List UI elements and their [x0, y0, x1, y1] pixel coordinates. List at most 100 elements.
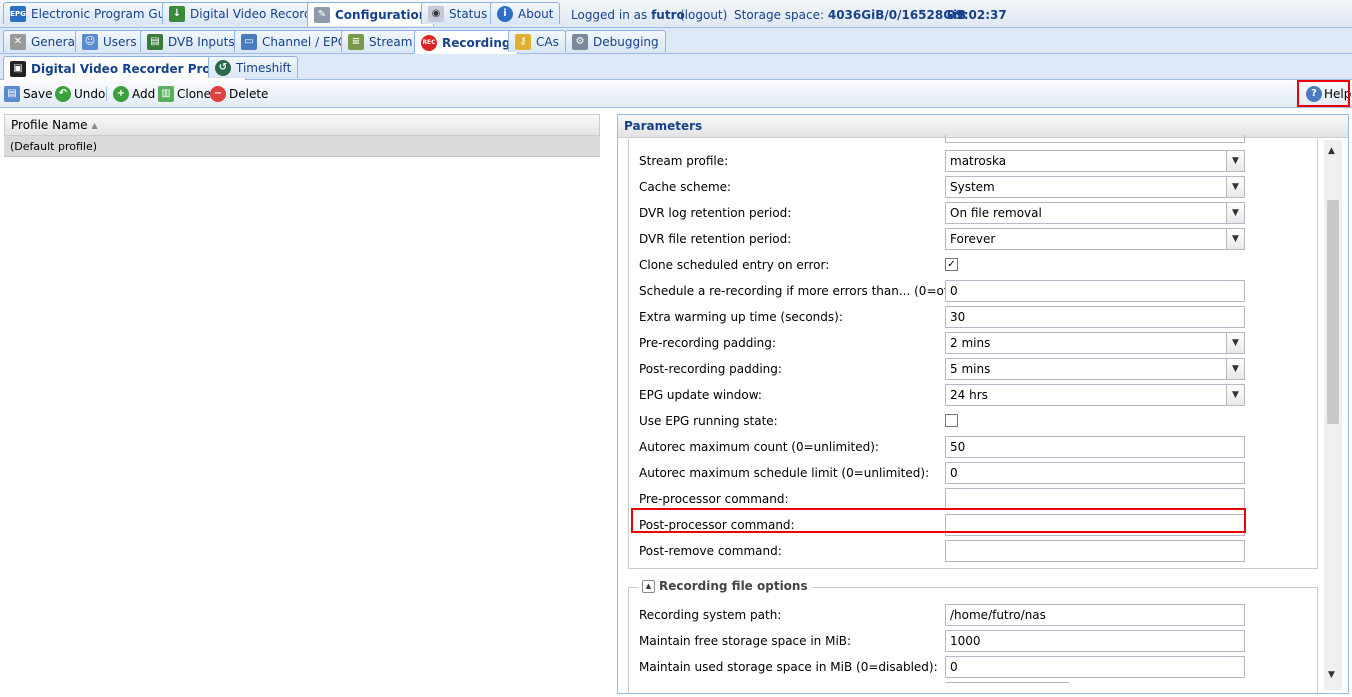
field-value: 5 mins [950, 362, 991, 376]
tab-debugging[interactable]: ⚙ Debugging [565, 30, 666, 52]
combo-field[interactable]: matroska ▼ [945, 150, 1245, 172]
scroll-down-icon[interactable]: ▼ [1328, 670, 1335, 680]
field-label: EPG update window: [639, 388, 762, 402]
field-value: 2 mins [950, 336, 991, 350]
field-value: 0 [950, 660, 958, 674]
combo-field[interactable]: 5 mins ▼ [945, 358, 1245, 380]
add-button[interactable]: + Add [113, 86, 155, 102]
combo-field[interactable]: 2 mins ▼ [945, 332, 1245, 354]
chevron-down-icon[interactable]: ▼ [1226, 359, 1244, 379]
field-value: 0 [950, 284, 958, 298]
text-field[interactable]: /home/futro/nas [945, 604, 1245, 626]
logout-link[interactable]: (logout) [680, 8, 727, 22]
chevron-down-icon[interactable]: ▼ [1226, 177, 1244, 197]
main-tab-bar: EPG Electronic Program Guide ↓ Digital Vid… [0, 0, 1352, 28]
chevron-down-icon[interactable]: ▼ [1226, 333, 1244, 353]
field-value: matroska [950, 154, 1007, 168]
delete-button[interactable]: − Delete [210, 86, 268, 102]
field-value: 50 [950, 440, 966, 454]
tab-dvr[interactable]: ↓ Digital Video Recorder [162, 2, 331, 24]
logged-in-label: Logged in as futro [571, 8, 685, 22]
tab-cas[interactable]: ⚷ CAs [508, 30, 566, 52]
combo-field[interactable]: System ▼ [945, 176, 1245, 198]
undo-button[interactable]: ↶ Undo [55, 86, 105, 102]
field-label: Clone scheduled entry on error: [639, 258, 830, 272]
form-row: Pre-recording padding: 2 mins ▼ [639, 332, 1249, 354]
chevron-down-icon[interactable]: ▼ [1226, 229, 1244, 249]
checkbox[interactable]: ✓ [945, 258, 958, 271]
stream-icon: ≡ [348, 33, 364, 50]
chevron-down-icon[interactable]: ▼ [1226, 385, 1244, 405]
text-field[interactable]: 0 [945, 280, 1245, 302]
field-label: Extra warming up time (seconds): [639, 310, 843, 324]
dvr-profile-icon: ▣ [10, 60, 26, 77]
recording-file-options-legend[interactable]: ▲ Recording file options [638, 579, 812, 593]
combo-field[interactable]: Forever ▼ [945, 228, 1245, 250]
rec-icon: REC [421, 34, 437, 51]
field-label: Post-recording padding: [639, 362, 782, 376]
text-field[interactable] [945, 540, 1245, 562]
clipped-field [945, 135, 1245, 143]
sort-asc-icon: ▲ [91, 120, 98, 130]
parameters-scrollbar[interactable]: ▲ ▼ [1324, 140, 1342, 690]
column-header-profile-name[interactable]: Profile Name ▲ [4, 114, 600, 136]
checkbox[interactable] [945, 414, 958, 427]
parameters-panel: Parameters ▲ Recording file options Strea… [617, 114, 1349, 694]
table-row[interactable]: (Default profile) [4, 136, 600, 157]
tab-recording[interactable]: REC Recording [414, 30, 518, 54]
scroll-up-icon[interactable]: ▲ [1328, 146, 1335, 156]
form-row: Use EPG running state: [639, 410, 1249, 432]
text-field[interactable]: 0 [945, 656, 1245, 678]
gears-icon: ⚙ [572, 33, 588, 50]
tab-status[interactable]: ◉ Status [421, 2, 495, 24]
tab-timeshift[interactable]: ↺ Timeshift [208, 56, 299, 78]
combo-field[interactable]: 24 hrs ▼ [945, 384, 1245, 406]
form-row: Clone scheduled entry on error: ✓ [639, 254, 1249, 276]
tab-stream[interactable]: ≡ Stream [341, 30, 420, 52]
form-row: Schedule a re-recording if more errors t… [639, 280, 1249, 302]
field-label: Cache scheme: [639, 180, 732, 194]
chevron-down-icon[interactable]: ▼ [1226, 151, 1244, 171]
tab-channel-epg[interactable]: ▭ Channel / EPG [234, 30, 355, 52]
toolbar-separator [106, 87, 107, 101]
field-label: Maintain used storage space in MiB (0=di… [639, 660, 938, 674]
text-field[interactable] [945, 488, 1245, 510]
users-icon: ☺ [82, 33, 98, 50]
form-row: Pre-processor command: [639, 488, 1249, 510]
text-field[interactable]: 50 [945, 436, 1245, 458]
form-row: Post-recording padding: 5 mins ▼ [639, 358, 1249, 380]
help-highlight [1297, 80, 1350, 107]
delete-icon: − [210, 86, 226, 102]
collapse-icon[interactable]: ▲ [642, 579, 655, 593]
field-value: System [950, 180, 995, 194]
chevron-down-icon[interactable]: ▼ [1226, 203, 1244, 223]
clipped-field [945, 682, 1069, 686]
tab-about[interactable]: i About [490, 2, 561, 24]
combo-field[interactable]: On file removal ▼ [945, 202, 1245, 224]
form-row: Stream profile: matroska ▼ [639, 150, 1249, 172]
text-field[interactable]: 0 [945, 462, 1245, 484]
field-label: DVR file retention period: [639, 232, 792, 246]
scrollbar-thumb[interactable] [1327, 200, 1339, 424]
tab-configuration[interactable]: ✎ Configuration [307, 2, 435, 26]
field-label: Pre-recording padding: [639, 336, 776, 350]
clock: 09:02:37 [947, 8, 1007, 22]
form-row: Autorec maximum count (0=unlimited): 50 [639, 436, 1249, 458]
tab-general[interactable]: ✕ General [3, 30, 86, 52]
dvb-card-icon: ▤ [147, 33, 163, 50]
dvr-download-icon: ↓ [169, 5, 185, 22]
text-field[interactable]: 30 [945, 306, 1245, 328]
field-label: DVR log retention period: [639, 206, 792, 220]
tv-icon: ▭ [241, 33, 257, 50]
tab-users[interactable]: ☺ Users [75, 30, 144, 52]
save-button[interactable]: ▤ Save [4, 86, 52, 102]
tab-dvb-inputs[interactable]: ▤ DVB Inputs [140, 30, 242, 52]
field-value: Forever [950, 232, 996, 246]
clone-button[interactable]: ▥ Clone [158, 86, 211, 102]
field-label: Autorec maximum schedule limit (0=unlimi… [639, 466, 930, 480]
text-field[interactable]: 1000 [945, 630, 1245, 652]
form-row: Maintain used storage space in MiB (0=di… [639, 656, 1249, 678]
form-row: Extra warming up time (seconds): 30 [639, 306, 1249, 328]
form-row: Maintain free storage space in MiB: 1000 [639, 630, 1249, 652]
timeshift-icon: ↺ [215, 59, 231, 76]
